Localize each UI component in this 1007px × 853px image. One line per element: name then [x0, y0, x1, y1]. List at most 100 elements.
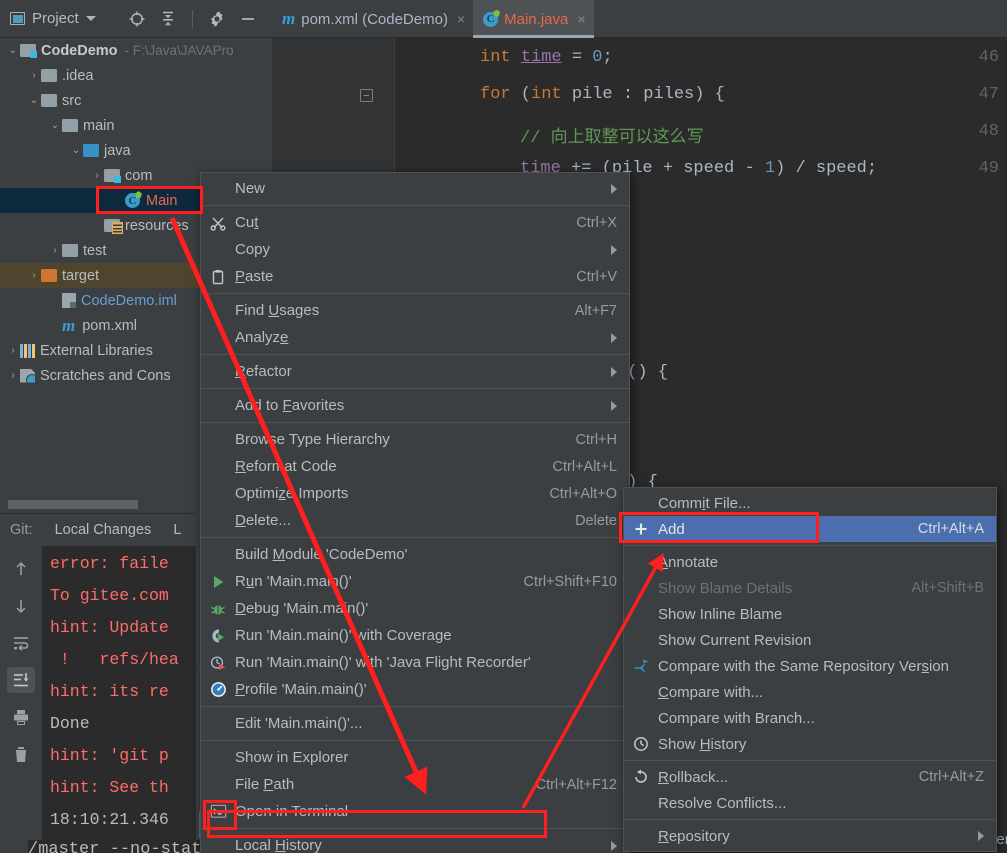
menu-item-copy[interactable]: Copy — [201, 236, 629, 263]
editor-tab-0[interactable]: m pom.xml (CodeDemo) × — [272, 0, 473, 38]
up-arrow-icon[interactable] — [7, 556, 35, 582]
close-icon[interactable]: × — [457, 11, 465, 27]
chevron-down-icon[interactable]: ⌄ — [69, 145, 83, 156]
fold-marker-icon[interactable]: − — [360, 89, 373, 102]
submenu-arrow-icon — [611, 244, 617, 255]
menu-item-edit-main-main[interactable]: Edit 'Main.main()'... — [201, 710, 629, 737]
settings-gear-icon[interactable] — [206, 8, 228, 30]
menu-item-run-main-main-with-java-flight-recorder[interactable]: Run 'Main.main()' with 'Java Flight Reco… — [201, 649, 629, 676]
menu-item-label: Paste — [235, 268, 274, 285]
git-menu-item-repository[interactable]: Repository — [624, 823, 996, 849]
tree-item-java[interactable]: ⌄ java — [0, 138, 272, 163]
chevron-right-icon[interactable]: › — [90, 170, 104, 181]
git-menu-item-add[interactable]: Add Ctrl+Alt+A — [624, 516, 996, 542]
menu-item-local-history[interactable]: Local History — [201, 832, 629, 853]
rollback-icon — [632, 768, 650, 786]
chevron-right-icon[interactable]: › — [27, 70, 41, 81]
tree-item-src[interactable]: ⌄ src — [0, 88, 272, 113]
menu-item-label: Run 'Main.main()' with 'Java Flight Reco… — [235, 654, 531, 671]
git-menu-item-commit-file[interactable]: Commit File... — [624, 490, 996, 516]
run-with-profiler-icon — [209, 654, 227, 672]
git-menu-item-show-blame-details[interactable]: Show Blame Details Alt+Shift+B — [624, 575, 996, 601]
menu-item-reformat-code[interactable]: Reformat Code Ctrl+Alt+L — [201, 453, 629, 480]
java-class-icon: C — [125, 193, 140, 208]
menu-item-optimize-imports[interactable]: Optimize Imports Ctrl+Alt+O — [201, 480, 629, 507]
target-folder-icon — [41, 269, 57, 282]
menu-item-run-main-main-with-coverage[interactable]: Run 'Main.main()' with Coverage — [201, 622, 629, 649]
menu-item-label: Add — [658, 520, 685, 538]
tree-item-codedemo[interactable]: ⌄ CodeDemo - F:\Java\JAVAPro — [0, 38, 272, 63]
menu-item-debug-main-main[interactable]: Debug 'Main.main()' — [201, 595, 629, 622]
code-token: ( — [510, 85, 532, 104]
submenu-arrow-icon — [611, 840, 617, 851]
tree-item--idea[interactable]: › .idea — [0, 63, 272, 88]
context-menu[interactable]: New Cut Ctrl+X Copy Paste Ctrl+V Find Usages Al… — [200, 172, 630, 853]
menu-item-profile-main-main[interactable]: Profile 'Main.main()' — [201, 676, 629, 703]
menu-item-file-path[interactable]: File Path Ctrl+Alt+F12 — [201, 771, 629, 798]
iml-file-icon — [62, 293, 76, 308]
locate-icon[interactable] — [126, 8, 148, 30]
soft-wrap-icon[interactable] — [7, 630, 35, 656]
submenu-arrow-icon — [611, 332, 617, 343]
tree-item-label: CodeDemo — [41, 42, 118, 59]
tree-item-label: .idea — [62, 67, 94, 84]
code-line: for (int pile : piles) { — [400, 85, 725, 104]
git-menu-item-annotate[interactable]: Annotate — [624, 549, 996, 575]
menu-item-label: Analyze — [235, 329, 289, 346]
menu-item-label: Profile 'Main.main()' — [235, 681, 367, 698]
chevron-down-icon[interactable]: ⌄ — [6, 45, 20, 56]
chevron-down-icon[interactable]: ⌄ — [48, 120, 62, 131]
git-menu-item-show-inline-blame[interactable]: Show Inline Blame — [624, 601, 996, 627]
tree-item-label: target — [62, 267, 100, 284]
git-menu-item-compare-with-branch[interactable]: Compare with Branch... — [624, 705, 996, 731]
tree-item-main[interactable]: ⌄ main — [0, 113, 272, 138]
menu-item-paste[interactable]: Paste Ctrl+V — [201, 263, 629, 290]
git-tab-local-changes[interactable]: Local Changes — [55, 522, 152, 538]
git-menu-item-resolve-conflicts[interactable]: Resolve Conflicts... — [624, 790, 996, 816]
git-menu-item-rollback[interactable]: Rollback... Ctrl+Alt+Z — [624, 764, 996, 790]
menu-item-delete[interactable]: Delete... Delete — [201, 507, 629, 534]
minimize-icon[interactable] — [237, 8, 259, 30]
git-submenu[interactable]: Commit File... Add Ctrl+Alt+A Annotate Show … — [623, 487, 997, 852]
scroll-to-end-icon[interactable] — [7, 667, 35, 693]
menu-item-refactor[interactable]: Refactor — [201, 358, 629, 385]
down-arrow-icon[interactable] — [7, 593, 35, 619]
menu-item-open-in-terminal[interactable]: Open in Terminal — [201, 798, 629, 825]
git-menu-item-compare-with-the-same-repository-version[interactable]: Compare with the Same Repository Version — [624, 653, 996, 679]
chevron-right-icon[interactable]: › — [27, 270, 41, 281]
menu-item-find-usages[interactable]: Find Usages Alt+F7 — [201, 297, 629, 324]
project-scrollbar-thumb[interactable] — [8, 500, 138, 509]
git-menu-item-show-current-revision[interactable]: Show Current Revision — [624, 627, 996, 653]
code-token: ; — [602, 48, 613, 67]
git-tab-log[interactable]: L — [173, 522, 181, 538]
chevron-right-icon[interactable]: › — [6, 345, 20, 356]
submenu-arrow-icon — [611, 366, 617, 377]
chevron-down-icon[interactable]: ⌄ — [27, 95, 41, 106]
resources-folder-icon — [104, 219, 123, 234]
editor-tab-1[interactable]: C Main.java × — [473, 0, 594, 38]
git-menu-item-compare-with[interactable]: Compare with... — [624, 679, 996, 705]
chevron-right-icon[interactable]: › — [6, 370, 20, 381]
menu-item-build-module-codedemo[interactable]: Build Module 'CodeDemo' — [201, 541, 629, 568]
menu-separator — [201, 537, 629, 538]
print-icon[interactable] — [7, 704, 35, 730]
menu-item-browse-type-hierarchy[interactable]: Browse Type Hierarchy Ctrl+H — [201, 426, 629, 453]
menu-item-cut[interactable]: Cut Ctrl+X — [201, 209, 629, 236]
collapse-all-icon[interactable] — [157, 8, 179, 30]
project-view-button[interactable]: Project — [10, 10, 96, 27]
menu-item-new[interactable]: New — [201, 175, 629, 202]
menu-item-run-main-main[interactable]: Run 'Main.main()' Ctrl+Shift+F10 — [201, 568, 629, 595]
menu-item-add-to-favorites[interactable]: Add to Favorites — [201, 392, 629, 419]
chevron-down-icon[interactable] — [85, 16, 96, 21]
tree-item-label: External Libraries — [40, 342, 153, 359]
menu-item-shortcut: Ctrl+Alt+A — [917, 521, 984, 537]
close-icon[interactable]: × — [577, 11, 585, 27]
menu-item-shortcut: Alt+F7 — [574, 302, 617, 319]
trash-icon[interactable] — [7, 741, 35, 767]
git-menu-item-show-history[interactable]: Show History — [624, 731, 996, 757]
menu-item-analyze[interactable]: Analyze — [201, 324, 629, 351]
compare-icon — [632, 657, 650, 675]
chevron-right-icon[interactable]: › — [48, 245, 62, 256]
git-window-title: Git: — [10, 522, 33, 538]
menu-item-show-in-explorer[interactable]: Show in Explorer — [201, 744, 629, 771]
